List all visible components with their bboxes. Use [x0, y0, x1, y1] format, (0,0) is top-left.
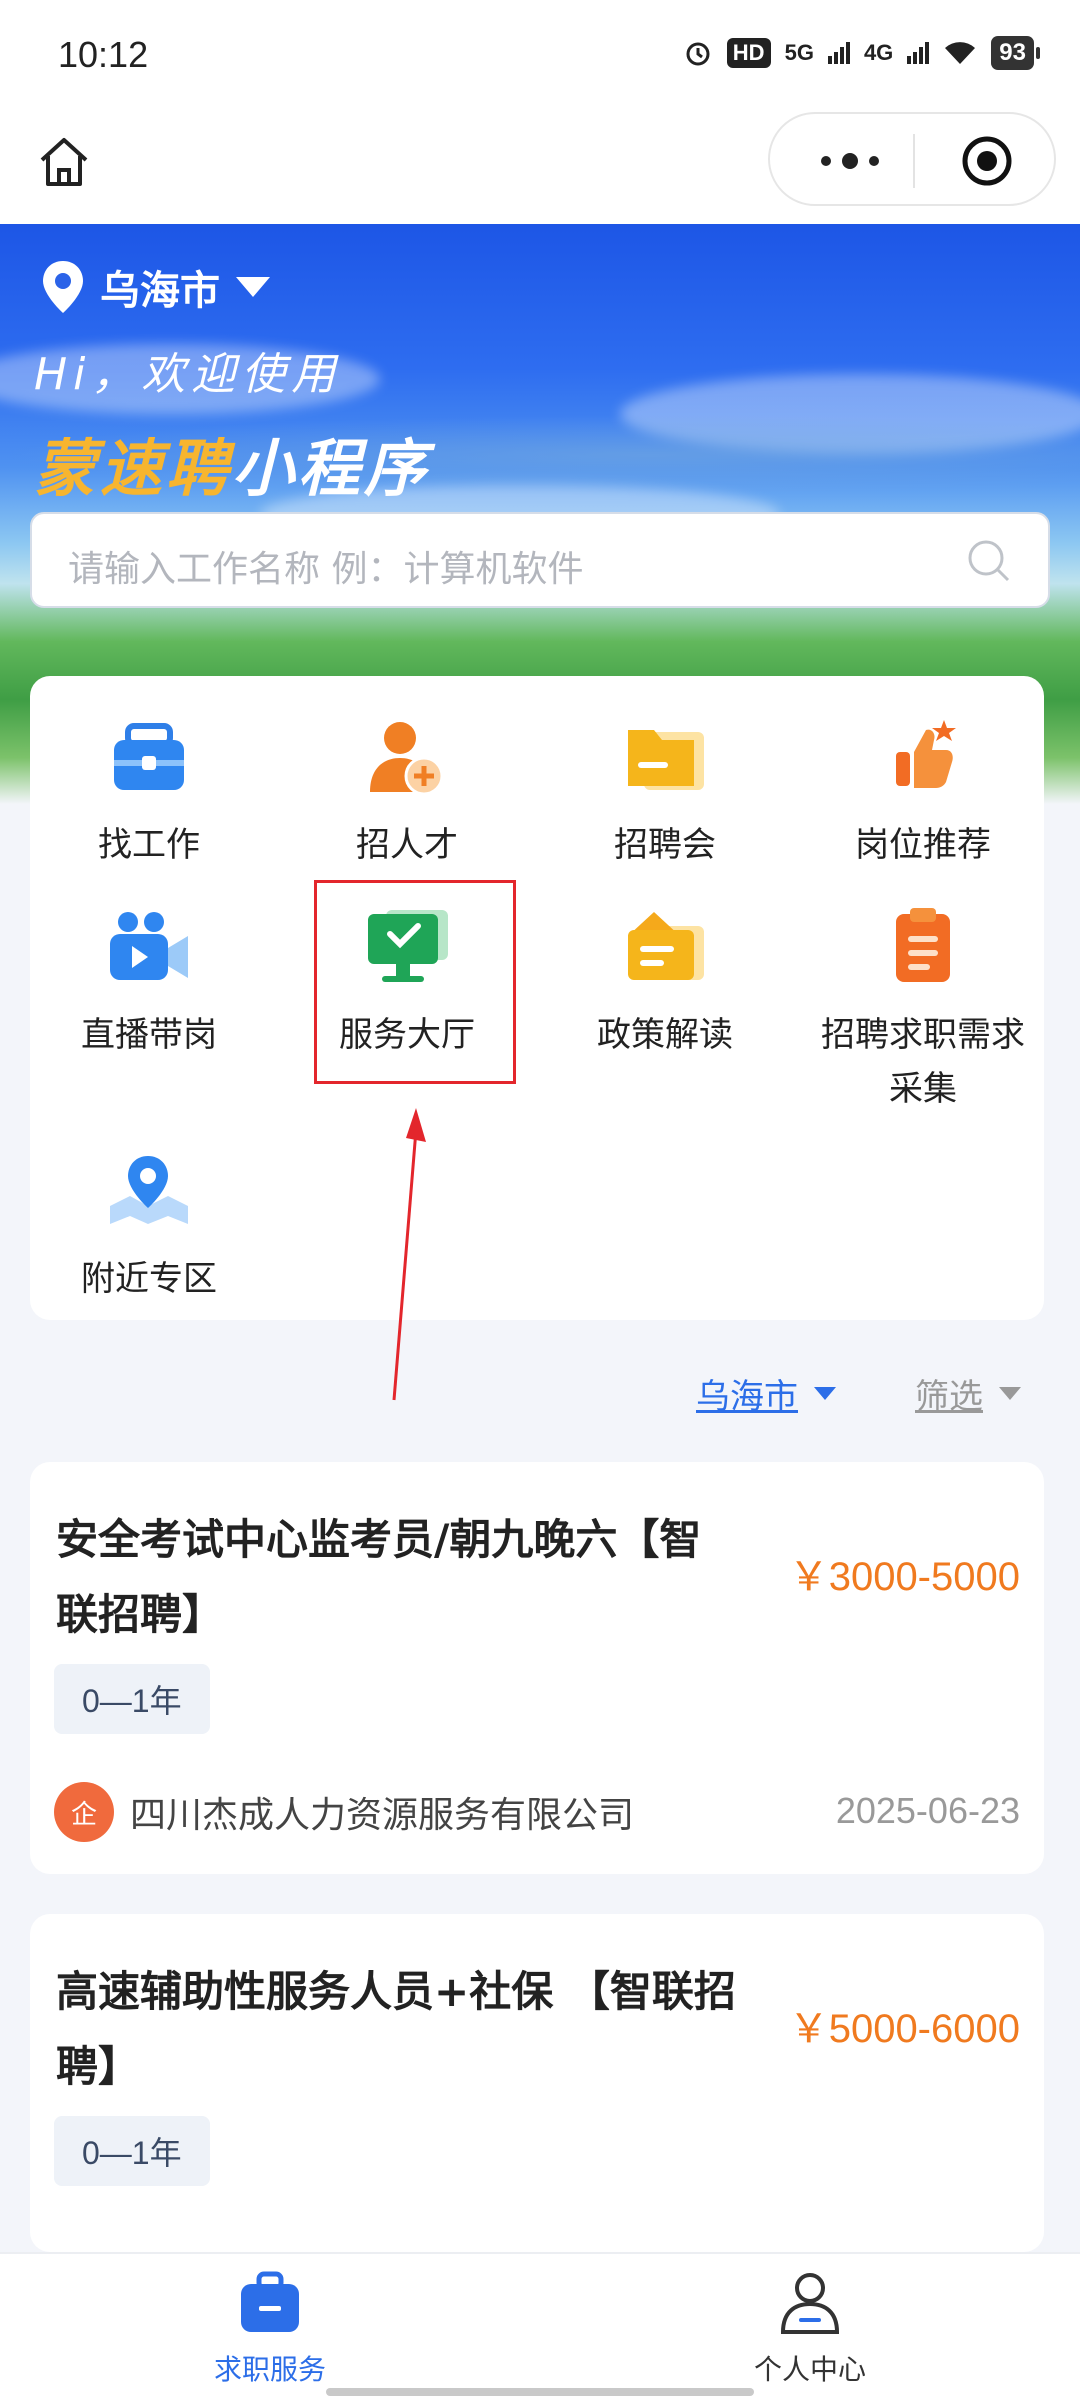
tab-label: 求职服务 [213, 2353, 326, 2386]
status-bar: 10:12 HD 5G 4G 93 [0, 0, 1080, 112]
battery-icon: 93 [991, 36, 1040, 70]
annotation-arrow-icon [392, 1108, 426, 1401]
signal-4g-icon: 4G [863, 40, 894, 65]
tab-personal-center[interactable]: 个人中心 [680, 2270, 940, 2388]
signal-bars-icon-2 [907, 42, 930, 64]
search-placeholder: 请输入工作名称 例：计算机软件 [68, 549, 584, 590]
folder-icon [628, 730, 704, 790]
signal-5g-icon: 5G [784, 40, 814, 65]
add-person-icon [370, 722, 444, 796]
location-city: 乌海市 [100, 268, 220, 314]
status-time: 10:12 [58, 34, 149, 75]
chevron-down-icon [236, 277, 270, 297]
location-pin-icon [43, 261, 83, 313]
job-experience-tag: 0—1年 [54, 1664, 210, 1734]
hd-badge: HD [726, 38, 771, 68]
grid-label: 招聘会 [614, 825, 716, 865]
home-indicator [326, 2388, 754, 2396]
grid-label: 直播带岗 [81, 1015, 217, 1055]
document-folder-icon [628, 912, 704, 980]
filter-city-dropdown-icon [814, 1386, 836, 1400]
job-card[interactable]: 安全考试中心监考员/朝九晚六【智联招聘】 ￥3000-5000 0—1年 企 四… [30, 1462, 1044, 1874]
job-title: 安全考试中心监考员/朝九晚六【智联招聘】 [56, 1515, 702, 1639]
signal-bars-icon [827, 42, 850, 64]
grid-label: 招聘求职需求采集 [821, 1015, 1025, 1110]
clipboard-icon [896, 908, 950, 982]
company-info: 企 四川杰成人力资源服务有限公司 [54, 1782, 634, 1842]
filter-city[interactable]: 乌海市 [696, 1368, 836, 1418]
company-badge-icon: 企 [54, 1782, 114, 1842]
capsule-menu [768, 112, 1056, 206]
filter-city-label: 乌海市 [696, 1376, 798, 1417]
grid-item-job-recommend[interactable]: 岗位推荐 [796, 716, 1050, 872]
grid-label: 附近专区 [81, 1259, 217, 1299]
more-icon[interactable] [810, 134, 890, 188]
thumbs-up-icon [896, 720, 956, 788]
grid-item-policy[interactable]: 政策解读 [538, 906, 792, 1062]
greeting-text: Hi，欢迎使用 [34, 349, 342, 400]
grid-label: 岗位推荐 [855, 825, 991, 865]
filter-select[interactable]: 筛选 [915, 1368, 1021, 1418]
briefcase-icon [241, 2271, 299, 2332]
video-camera-icon [110, 912, 188, 980]
job-salary: ￥5000-6000 [788, 2007, 1020, 2051]
highlight-box [314, 880, 516, 1084]
grid-label: 招人才 [356, 825, 458, 865]
job-card[interactable]: 高速辅助性服务人员+社保 【智联招聘】 ￥5000-6000 0—1年 [30, 1914, 1044, 2252]
grid-item-demand-collect[interactable]: 招聘求职需求采集 [796, 906, 1050, 1117]
person-icon [780, 2273, 840, 2334]
job-date: 2025-06-23 [835, 1790, 1020, 1831]
grid-item-find-job[interactable]: 找工作 [22, 716, 276, 872]
company-name: 四川杰成人力资源服务有限公司 [130, 1795, 635, 1836]
search-icon[interactable] [966, 538, 1012, 584]
job-title: 高速辅助性服务人员+社保 【智联招聘】 [56, 1967, 736, 2091]
bottom-tab-bar: 求职服务 个人中心 [0, 2252, 1080, 2400]
grid-item-recruit[interactable]: 招人才 [280, 716, 534, 872]
brand-suffix: 小程序 [232, 432, 431, 505]
grid-item-job-fair[interactable]: 招聘会 [538, 716, 792, 872]
location-selector[interactable]: 乌海市 [40, 258, 272, 316]
job-experience-tag: 0—1年 [54, 2116, 210, 2186]
mini-program-navbar [0, 112, 1080, 224]
tab-job-service[interactable]: 求职服务 [140, 2270, 400, 2388]
filter-select-dropdown-icon [999, 1386, 1021, 1400]
close-mini-program-icon[interactable] [960, 134, 1014, 188]
grid-label: 找工作 [98, 825, 200, 865]
alarm-icon [686, 42, 710, 66]
status-icons: HD 5G 4G 93 [683, 36, 1040, 70]
grid-item-live-stream[interactable]: 直播带岗 [22, 906, 276, 1062]
briefcase-icon [114, 723, 184, 790]
brand-name: 蒙速聘 [34, 432, 233, 505]
grid-label: 政策解读 [597, 1015, 733, 1055]
map-pin-icon [110, 1156, 188, 1224]
brand-slogan: 蒙速聘小程序 [34, 418, 430, 508]
filter-select-label: 筛选 [915, 1376, 983, 1417]
capsule-divider [913, 134, 915, 188]
wifi-icon [945, 42, 976, 64]
search-input[interactable]: 请输入工作名称 例：计算机软件 [30, 512, 1050, 608]
tab-label: 个人中心 [753, 2353, 866, 2386]
grid-item-nearby[interactable]: 附近专区 [22, 1150, 276, 1306]
home-icon[interactable] [34, 132, 94, 192]
job-salary: ￥3000-5000 [788, 1555, 1020, 1599]
